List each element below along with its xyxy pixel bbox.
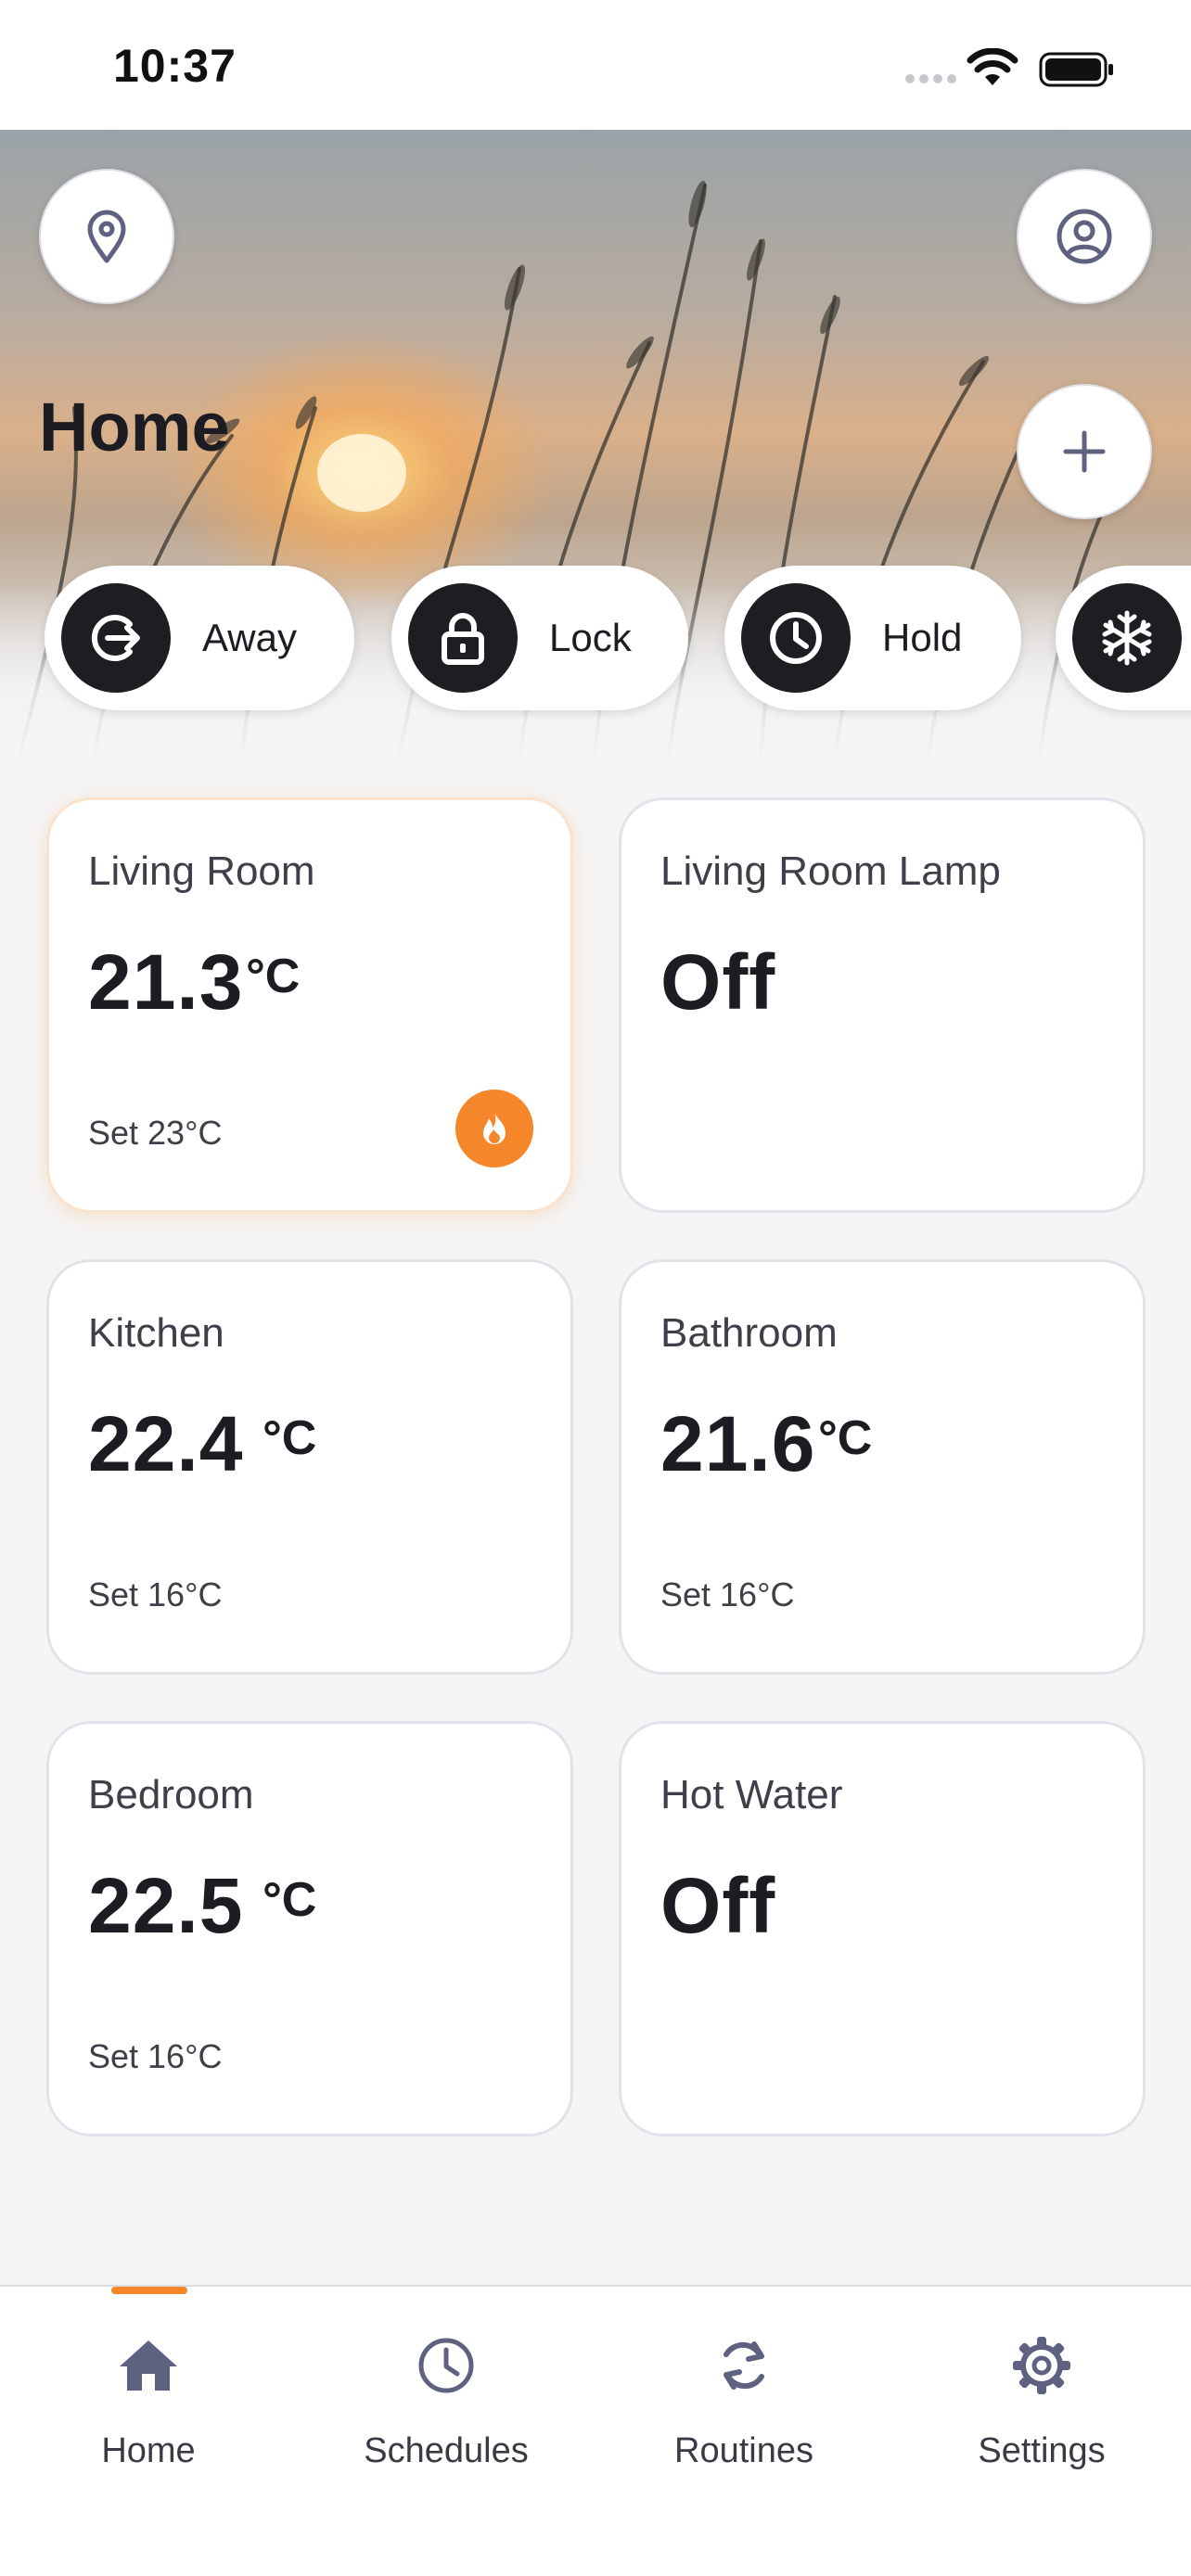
wifi-icon [967, 48, 1018, 85]
exit-arrow-icon [91, 615, 140, 661]
room-setpoint: Set 16°C [88, 1575, 223, 1613]
mode-chips: Away Lock Hold [45, 566, 1191, 714]
snowflake-icon [1102, 610, 1152, 666]
status-time: 10:37 [113, 40, 237, 92]
room-temperature: 21.3 [88, 938, 244, 1026]
room-card-bedroom[interactable]: Bedroom 22.5 °C Set 16°C [46, 1721, 573, 2136]
room-temperature: 22.5 [88, 1862, 244, 1949]
tab-label: Routines [674, 2431, 813, 2470]
cellular-signal-icon [905, 74, 956, 83]
room-card-living-room-lamp[interactable]: Living Room Lamp Off [619, 797, 1146, 1213]
tab-schedules[interactable]: Schedules [307, 2333, 585, 2471]
room-name: Hot Water [660, 1772, 843, 1817]
temperature-unit: °C [818, 1411, 873, 1465]
flame-icon [483, 1112, 506, 1144]
clock-icon [770, 612, 822, 664]
add-button[interactable] [1017, 384, 1152, 519]
page-title: Home [39, 389, 230, 465]
room-name: Bedroom [88, 1772, 254, 1817]
device-state: Off [660, 938, 776, 1026]
tab-home[interactable]: Home [9, 2333, 288, 2471]
away-mode-button[interactable]: Away [45, 566, 354, 710]
chip-icon-bg [61, 583, 171, 693]
device-state: Off [660, 1862, 776, 1949]
away-label: Away [202, 616, 297, 659]
plus-icon [1063, 430, 1106, 473]
user-circle-icon [1057, 209, 1112, 264]
profile-button[interactable] [1017, 169, 1152, 304]
room-setpoint: Set 16°C [660, 1575, 795, 1613]
room-temperature: 22.4 [88, 1400, 244, 1487]
bottom-tab-bar: Home Schedules Routines Settings [0, 2285, 1191, 2576]
room-card-kitchen[interactable]: Kitchen 22.4 °C Set 16°C [46, 1259, 573, 1675]
hold-label: Hold [882, 616, 963, 659]
status-icons [874, 45, 1115, 91]
tab-label: Settings [978, 2431, 1106, 2470]
room-setpoint: Set 16°C [88, 2037, 223, 2075]
battery-icon [1039, 52, 1113, 87]
tab-routines[interactable]: Routines [605, 2333, 883, 2471]
house-icon [120, 2340, 177, 2391]
chip-icon-bg [408, 583, 518, 693]
room-name: Kitchen [88, 1310, 224, 1356]
clock-icon [418, 2338, 474, 2393]
tab-label: Home [101, 2431, 196, 2470]
refresh-icon [724, 2341, 764, 2390]
room-name: Bathroom [660, 1310, 838, 1356]
room-temperature: 21.6 [660, 1400, 816, 1487]
heating-badge [455, 1090, 533, 1167]
room-card-living-room[interactable]: Living Room 21.3 °C Set 23°C [46, 797, 573, 1213]
tab-settings[interactable]: Settings [903, 2333, 1181, 2471]
room-name: Living Room Lamp [660, 848, 1001, 894]
status-bar: 10:37 [0, 0, 1191, 130]
padlock-icon [442, 613, 484, 665]
room-card-bathroom[interactable]: Bathroom 21.6 °C Set 16°C [619, 1259, 1146, 1675]
room-name: Living Room [88, 848, 315, 894]
gear-icon [1013, 2337, 1070, 2394]
room-card-hot-water[interactable]: Hot Water Off [619, 1721, 1146, 2136]
hero-header: Home Away Lock Hold [0, 130, 1191, 760]
room-setpoint: Set 23°C [88, 1114, 223, 1152]
temperature-unit: °C [246, 950, 301, 1003]
tab-label: Schedules [364, 2431, 529, 2470]
temperature-unit: °C [263, 1873, 317, 1927]
chip-icon-bg [741, 583, 851, 693]
location-button[interactable] [39, 169, 174, 304]
hold-mode-button[interactable]: Hold [724, 566, 1021, 710]
active-tab-indicator [111, 2287, 187, 2294]
cool-mode-button[interactable] [1056, 566, 1191, 710]
temperature-unit: °C [263, 1411, 317, 1465]
location-pin-icon [87, 210, 126, 263]
chip-icon-bg [1072, 583, 1182, 693]
lock-mode-button[interactable]: Lock [391, 566, 688, 710]
lock-label: Lock [549, 616, 632, 659]
